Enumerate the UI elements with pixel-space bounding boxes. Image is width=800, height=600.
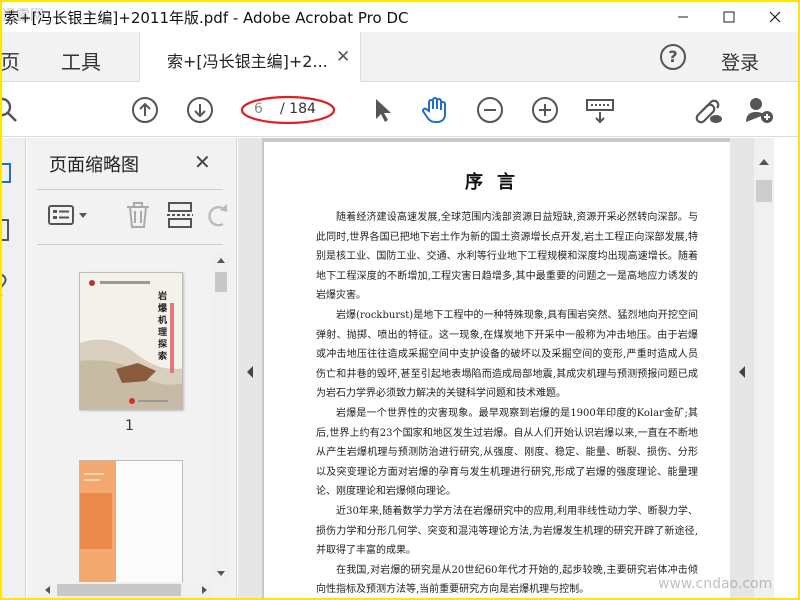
document-viewer[interactable]: 序言 随着经济建设高速发展,全球范围内浅部资源日益短缺,资源开采必然转向深部。与…	[238, 138, 754, 598]
options-menu-icon[interactable]	[47, 200, 91, 230]
page-preview-image	[80, 461, 182, 582]
thumbnail-toolbar	[27, 196, 237, 236]
arrow-up-circle-icon	[132, 97, 158, 123]
close-tab-icon[interactable]: ✕	[336, 47, 350, 67]
minimize-button[interactable]	[660, 2, 706, 32]
select-tool-button[interactable]	[366, 94, 398, 126]
zoom-out-icon	[477, 97, 503, 123]
thumbnail-list: 岩 爆 机 理 探 索 1	[27, 252, 211, 582]
next-page-button[interactable]	[184, 94, 216, 126]
scrollbar-thumb[interactable]	[215, 272, 227, 292]
search-button[interactable]	[2, 94, 22, 126]
login-button[interactable]: 登录	[721, 48, 759, 75]
paragraph: 岩爆(rockburst)是地下工程中的一种特殊现象,具有围岩突然、猛烈地向开挖…	[316, 309, 698, 400]
scroll-up-icon[interactable]	[754, 152, 774, 172]
zoom-in-icon	[532, 97, 558, 123]
paragraph: 岩爆是一个世界性的灾害现象。最早观察到岩爆的是1900年印度的Kolar金矿;其…	[316, 407, 698, 498]
page-display-button[interactable]	[584, 94, 616, 126]
tab-document[interactable]: 索+[冯长银主编]+2... ✕	[139, 32, 361, 82]
collapse-right-pane-button[interactable]	[730, 138, 754, 598]
paragraph: 近30年来,随着数学力学方法在岩爆研究中的应用,利用非线性动力学、断裂力学、损伤…	[316, 505, 698, 557]
hand-tool-button[interactable]	[420, 94, 452, 126]
chevron-left-icon	[247, 366, 253, 378]
arrow-down-circle-icon	[187, 97, 213, 123]
tab-home[interactable]: 主页	[2, 46, 20, 75]
page-thumbnails-icon[interactable]	[2, 160, 26, 190]
navigation-rail	[2, 138, 26, 598]
app-window: 迅雷网 索+[冯长银主编]+2011年版.pdf - Adobe Acrobat…	[2, 2, 798, 598]
tab-bar: 主页 工具 索+[冯长银主编]+2... ✕ ? 登录	[2, 32, 798, 82]
thumbnail-horizontal-scrollbar[interactable]	[39, 582, 213, 598]
pdf-page: 序言 随着经济建设高速发展,全球范围内浅部资源日益短缺,资源开采必然转向深部。与…	[264, 142, 730, 598]
close-window-button[interactable]	[752, 2, 798, 32]
insert-page-icon[interactable]	[165, 200, 195, 230]
window-title: 索+[冯长银主编]+2011年版.pdf - Adobe Acrobat Pro…	[4, 9, 409, 27]
thumbnail-vertical-scrollbar[interactable]	[213, 252, 229, 582]
thumbnail-panel-title: 页面缩略图	[49, 155, 139, 176]
paragraph: 在我国,对岩爆的研究是从20世纪60年代才开始的,起步较晚,主要研究岩体冲击倾向…	[316, 564, 698, 596]
share-link-button[interactable]	[692, 94, 724, 126]
cover-title: 岩 爆 机 理 探 索	[158, 292, 168, 362]
trash-icon[interactable]	[123, 200, 153, 230]
highlight-ellipse-icon	[240, 95, 336, 125]
divider	[37, 244, 223, 245]
scroll-right-icon[interactable]	[197, 582, 213, 598]
add-user-button[interactable]	[744, 94, 776, 126]
document-vertical-scrollbar[interactable]	[754, 138, 774, 598]
add-user-icon	[746, 98, 773, 123]
tab-tools[interactable]: 工具	[61, 46, 101, 75]
page-number-box: 6 / 184	[240, 95, 336, 125]
title-bar: 迅雷网 索+[冯长银主编]+2011年版.pdf - Adobe Acrobat…	[2, 2, 798, 32]
scrollbar-thumb[interactable]	[756, 180, 772, 202]
search-icon	[2, 97, 17, 122]
previous-page-button[interactable]	[129, 94, 161, 126]
attachment-icon[interactable]	[2, 268, 26, 298]
collapse-left-pane-button[interactable]	[238, 138, 262, 598]
hand-icon	[422, 97, 446, 123]
paragraph: 随着经济建设高速发展,全球范围内浅部资源日益短缺,资源开采必然转向深部。与此同时…	[316, 212, 698, 302]
page-thumbnail-2[interactable]	[79, 460, 183, 582]
close-icon	[769, 11, 781, 23]
bookmark-icon[interactable]	[2, 216, 26, 246]
keyboard-scroll-icon	[586, 99, 614, 124]
scroll-left-icon[interactable]	[39, 582, 55, 598]
page-heading: 序言	[465, 172, 529, 193]
chevron-left-icon	[739, 366, 745, 378]
page-thumbnail-1[interactable]: 岩 爆 机 理 探 索	[79, 272, 183, 410]
thumbnail-panel: 页面缩略图 ✕ 岩 爆 机 理 探 索 1	[27, 138, 237, 598]
scroll-up-icon[interactable]	[213, 252, 229, 268]
watermark-bottom-right: www.cndao.com	[658, 576, 773, 592]
scroll-down-icon[interactable]	[213, 566, 229, 582]
maximize-icon	[723, 11, 735, 23]
maximize-button[interactable]	[706, 2, 752, 32]
help-button[interactable]: ?	[660, 44, 686, 70]
zoom-in-button[interactable]	[529, 94, 561, 126]
divider	[37, 189, 223, 190]
rotate-icon[interactable]	[203, 200, 233, 230]
zoom-out-button[interactable]	[474, 94, 506, 126]
thumbnail-page-label: 1	[125, 418, 134, 434]
main-toolbar: 6 / 184	[2, 83, 798, 137]
page-body: 随着经济建设高速发展,全球范围内浅部资源日益短缺,资源开采必然转向深部。与此同时…	[316, 208, 698, 598]
link-cloud-icon	[695, 99, 722, 124]
cursor-arrow-icon	[376, 99, 391, 122]
document-tab-label: 索+[冯长银主编]+2...	[167, 52, 328, 71]
scrollbar-thumb[interactable]	[57, 584, 181, 596]
close-panel-icon[interactable]: ✕	[194, 150, 211, 174]
minimize-icon	[678, 16, 688, 18]
